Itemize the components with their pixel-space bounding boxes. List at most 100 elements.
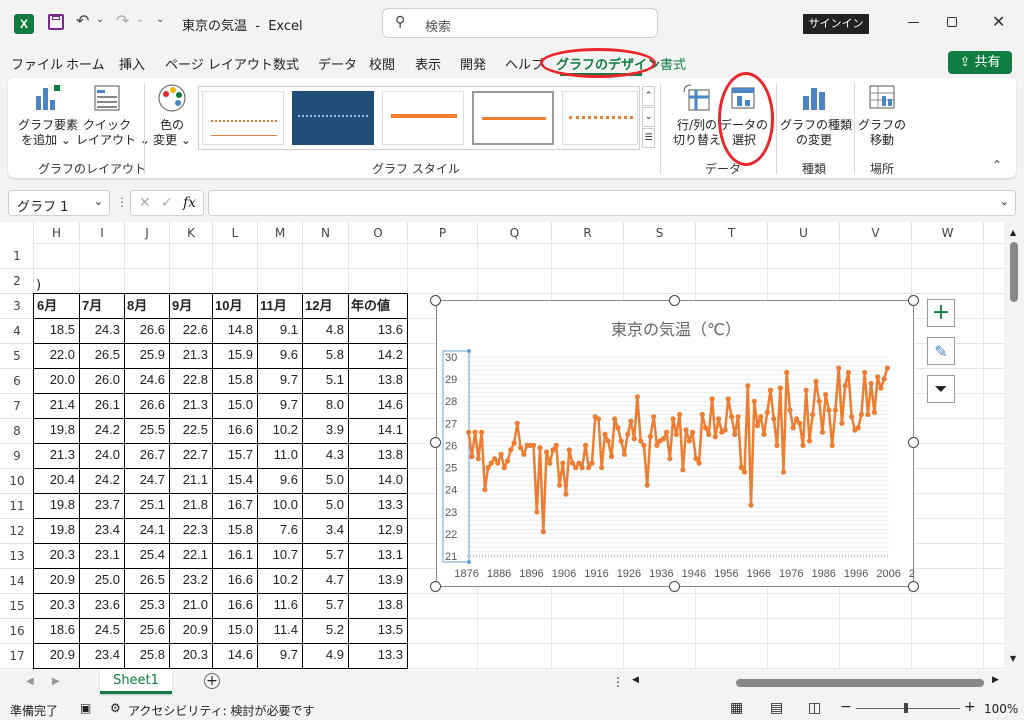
tab-developer[interactable]: 開発 (460, 54, 486, 73)
table-cell[interactable]: 13.1 (348, 543, 408, 569)
table-cell[interactable]: 15.7 (212, 443, 258, 469)
row-header[interactable]: 6 (0, 369, 34, 394)
accessibility-status[interactable]: アクセシビリティ: 検討が必要です (128, 702, 315, 719)
table-cell[interactable]: 16.1 (212, 543, 258, 569)
column-header[interactable]: O (349, 222, 408, 244)
table-cell[interactable]: 20.3 (169, 643, 213, 669)
table-cell[interactable]: 22.5 (169, 418, 213, 444)
table-cell[interactable]: 11.6 (257, 593, 303, 619)
column-header[interactable]: P (408, 222, 478, 244)
tab-help[interactable]: ヘルプ (505, 54, 544, 73)
table-cell[interactable]: 23.2 (169, 568, 213, 594)
table-cell[interactable]: 15.8 (212, 368, 258, 394)
row-header[interactable]: 17 (0, 644, 34, 669)
table-cell[interactable]: 9.1 (257, 318, 303, 344)
chart-object[interactable]: 30 29 28 27 26 25 24 23 22 21 1876 1886 1896 1906 1916… (436, 300, 915, 587)
row-header[interactable]: 9 (0, 444, 34, 469)
table-cell[interactable]: 23.6 (79, 593, 125, 619)
chart-styles-button[interactable]: ✎ (927, 337, 955, 365)
table-cell[interactable]: 24.7 (124, 468, 170, 494)
chart-filters-button[interactable]: ⏷ (927, 375, 955, 403)
row-header[interactable]: 14 (0, 569, 34, 594)
table-cell[interactable]: 14.0 (348, 468, 408, 494)
table-cell[interactable]: 15.0 (212, 393, 258, 419)
redo-dropdown-icon[interactable]: ⌄ (136, 14, 144, 25)
table-cell[interactable]: 22.3 (169, 518, 213, 544)
table-cell[interactable]: 13.8 (348, 593, 408, 619)
column-header[interactable]: J (125, 222, 170, 244)
table-cell[interactable]: 23.7 (79, 493, 125, 519)
save-icon[interactable] (48, 14, 64, 30)
move-chart-button[interactable]: グラフの 移動 (858, 82, 906, 148)
table-cell[interactable]: 13.6 (348, 318, 408, 344)
column-header[interactable]: L (213, 222, 258, 244)
search-box[interactable]: ⚲ 検索 (382, 8, 658, 38)
add-chart-element-button[interactable]: グラフ要素 を追加 ⌄ (18, 82, 78, 148)
table-cell[interactable]: 24.0 (79, 443, 125, 469)
table-cell[interactable]: 22.7 (169, 443, 213, 469)
row-header[interactable]: 2 (0, 269, 34, 294)
table-cell[interactable]: 4.9 (302, 643, 349, 669)
chart-resize-handle[interactable] (669, 581, 680, 592)
table-cell[interactable]: 21.4 (33, 393, 80, 419)
table-cell[interactable]: 20.0 (33, 368, 80, 394)
minimize-icon[interactable] (908, 22, 919, 23)
table-cell[interactable]: 22.8 (169, 368, 213, 394)
column-header[interactable]: U (768, 222, 840, 244)
macro-record-icon[interactable]: ▣ (80, 701, 91, 715)
table-cell[interactable]: 5.8 (302, 343, 349, 369)
cancel-icon[interactable]: ✕ (139, 195, 151, 211)
tab-view[interactable]: 表示 (415, 54, 441, 73)
chart-style-thumb-1[interactable] (202, 91, 284, 145)
table-header-cell[interactable]: 年の値 (348, 293, 408, 319)
table-cell[interactable]: 25.6 (124, 618, 170, 644)
table-cell[interactable]: 25.3 (124, 593, 170, 619)
column-header[interactable]: I (80, 222, 125, 244)
insert-function-icon[interactable]: fx (183, 195, 196, 211)
column-header[interactable]: S (624, 222, 696, 244)
vertical-scrollbar[interactable]: ▲ ▼ (1004, 222, 1024, 670)
table-cell[interactable]: 19.8 (33, 493, 80, 519)
table-cell[interactable]: 26.1 (79, 393, 125, 419)
row-header[interactable]: 4 (0, 319, 34, 344)
table-cell[interactable]: 5.7 (302, 593, 349, 619)
column-header[interactable]: N (303, 222, 349, 244)
tab-format[interactable]: 書式 (660, 54, 686, 73)
gallery-scroll-up-icon[interactable]: ⌃ (642, 86, 655, 106)
close-icon[interactable]: ✕ (992, 12, 1005, 31)
table-cell[interactable]: 14.2 (348, 343, 408, 369)
normal-view-icon[interactable]: ▦ (730, 700, 743, 716)
table-cell[interactable]: 11.4 (257, 618, 303, 644)
table-cell[interactable]: 24.2 (79, 468, 125, 494)
row-header[interactable]: 1 (0, 244, 34, 269)
next-sheet-icon[interactable]: ▶ (52, 676, 60, 687)
accessibility-icon[interactable]: ⚙ (110, 701, 121, 715)
table-cell[interactable]: 20.9 (33, 643, 80, 669)
column-header[interactable]: K (170, 222, 213, 244)
table-cell[interactable]: 14.6 (348, 393, 408, 419)
table-cell[interactable]: 10.2 (257, 568, 303, 594)
table-cell[interactable]: 24.3 (79, 318, 125, 344)
table-cell[interactable]: 25.8 (124, 643, 170, 669)
chart-resize-handle[interactable] (908, 581, 919, 592)
chart-style-thumb-2[interactable] (292, 91, 374, 145)
table-cell[interactable]: 4.8 (302, 318, 349, 344)
chart-resize-handle[interactable] (430, 437, 441, 448)
tab-data[interactable]: データ (318, 54, 357, 73)
chart-resize-handle[interactable] (669, 295, 680, 306)
table-cell[interactable]: 5.0 (302, 493, 349, 519)
table-cell[interactable]: 20.3 (33, 593, 80, 619)
zoom-slider-thumb[interactable] (904, 703, 908, 713)
table-cell[interactable]: 14.6 (212, 643, 258, 669)
sheet-tab[interactable]: Sheet1 (100, 670, 172, 694)
column-header[interactable]: Q (478, 222, 552, 244)
table-cell[interactable]: 9.7 (257, 643, 303, 669)
expand-formula-icon[interactable]: ⌄ (1000, 195, 1009, 208)
table-cell[interactable]: 21.1 (169, 468, 213, 494)
enter-icon[interactable]: ✓ (161, 195, 173, 211)
table-cell[interactable]: 26.5 (124, 568, 170, 594)
column-header[interactable]: R (552, 222, 624, 244)
table-cell[interactable]: 9.6 (257, 343, 303, 369)
table-cell[interactable]: 24.1 (124, 518, 170, 544)
more-icon[interactable]: ⋮ (116, 195, 128, 209)
